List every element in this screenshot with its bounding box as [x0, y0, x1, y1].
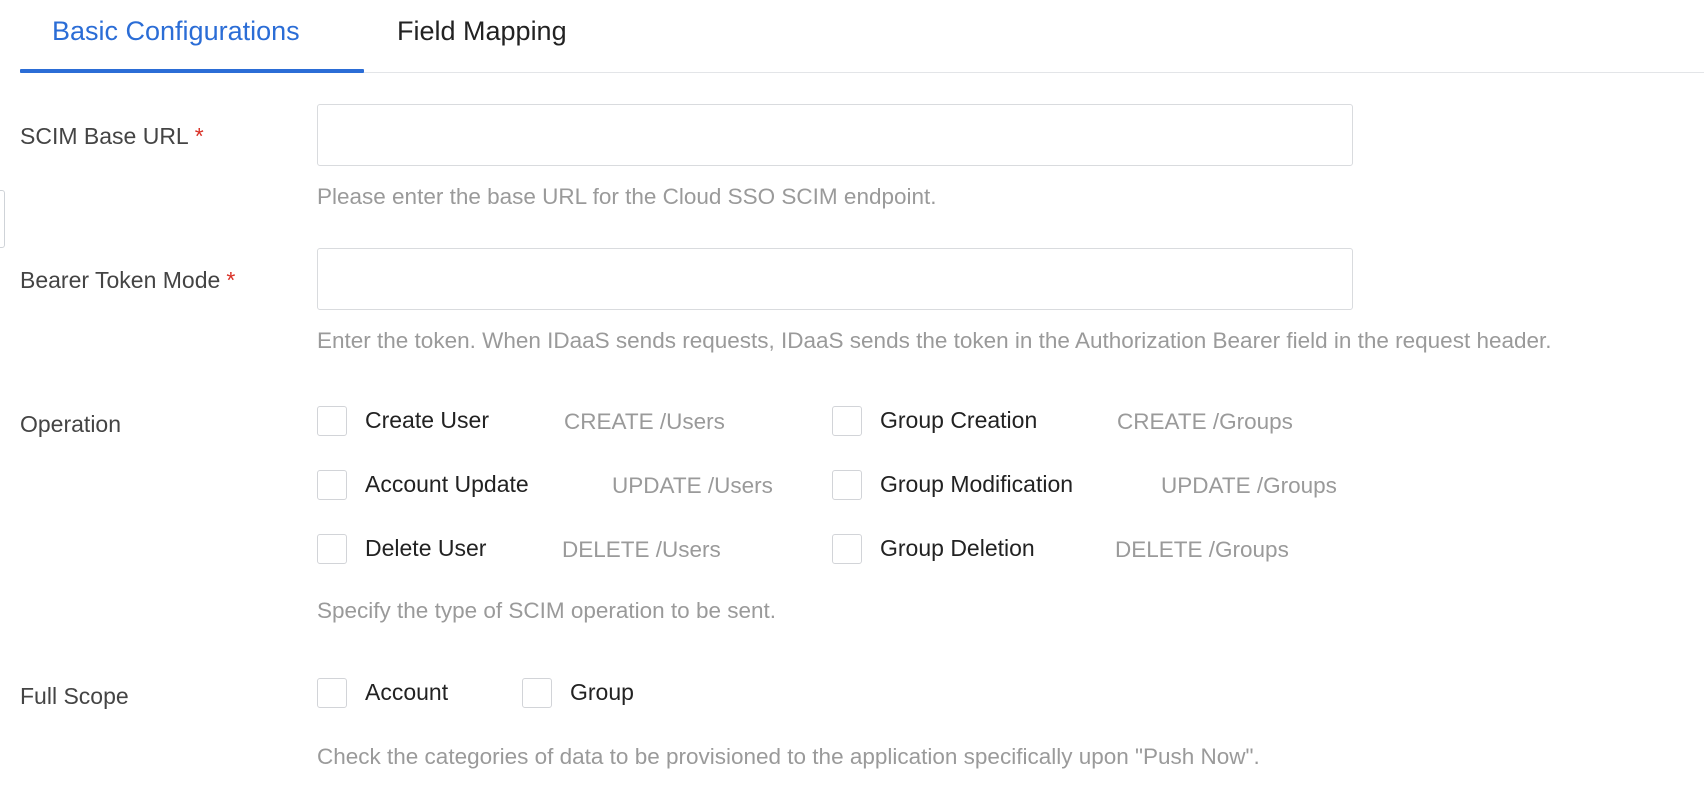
- group-modification-code: UPDATE /Groups: [1161, 473, 1337, 498]
- delete-user-checkbox[interactable]: [317, 534, 347, 564]
- scim-base-url-label-text: SCIM Base URL: [20, 123, 189, 149]
- create-user-code: CREATE /Users: [564, 409, 725, 434]
- group-creation-label: Group Creation: [880, 407, 1038, 433]
- full-scope-label: Full Scope: [20, 683, 129, 709]
- group-creation-checkbox[interactable]: [832, 406, 862, 436]
- operation-label: Operation: [20, 411, 122, 437]
- group-deletion-label: Group Deletion: [880, 535, 1035, 561]
- group-modification-label: Group Modification: [880, 471, 1074, 497]
- bearer-token-mode-label-text: Bearer Token Mode: [20, 267, 221, 293]
- account-update-checkbox[interactable]: [317, 470, 347, 500]
- tab-basic-configurations[interactable]: Basic Configurations: [52, 16, 300, 47]
- tab-bar: Basic Configurations Field Mapping: [20, 0, 1704, 73]
- operation-group-modification[interactable]: Group Modification UPDATE /Groups: [832, 470, 1372, 504]
- account-update-label: Account Update: [365, 471, 529, 497]
- operation-create-user[interactable]: Create User CREATE /Users: [317, 406, 747, 440]
- scim-base-url-hint: Please enter the base URL for the Cloud …: [317, 184, 937, 209]
- bearer-token-mode-label: Bearer Token Mode *: [20, 267, 235, 294]
- account-update-code: UPDATE /Users: [612, 473, 773, 498]
- account-label: Account: [365, 679, 449, 705]
- full-scope-group[interactable]: Group: [522, 678, 682, 712]
- required-mark: *: [226, 267, 236, 293]
- full-scope-account[interactable]: Account: [317, 678, 477, 712]
- active-tab-indicator: [20, 69, 364, 73]
- scim-base-url-label: SCIM Base URL *: [20, 123, 204, 150]
- operation-group-creation[interactable]: Group Creation CREATE /Groups: [832, 406, 1352, 440]
- group-checkbox[interactable]: [522, 678, 552, 708]
- group-creation-code: CREATE /Groups: [1117, 409, 1293, 434]
- group-deletion-checkbox[interactable]: [832, 534, 862, 564]
- delete-user-label: Delete User: [365, 535, 487, 561]
- account-checkbox[interactable]: [317, 678, 347, 708]
- operation-account-update[interactable]: Account Update UPDATE /Users: [317, 470, 797, 504]
- group-deletion-code: DELETE /Groups: [1115, 537, 1289, 562]
- full-scope-hint: Check the categories of data to be provi…: [317, 744, 1260, 769]
- group-modification-checkbox[interactable]: [832, 470, 862, 500]
- create-user-checkbox[interactable]: [317, 406, 347, 436]
- create-user-label: Create User: [365, 407, 489, 433]
- scim-base-url-input[interactable]: [317, 104, 1353, 166]
- group-label: Group: [570, 679, 634, 705]
- operation-hint: Specify the type of SCIM operation to be…: [317, 598, 777, 623]
- side-panel-handle[interactable]: [0, 190, 5, 248]
- delete-user-code: DELETE /Users: [562, 537, 721, 562]
- bearer-token-hint: Enter the token. When IDaaS sends reques…: [317, 328, 1552, 353]
- operation-group-deletion[interactable]: Group Deletion DELETE /Groups: [832, 534, 1352, 568]
- tab-field-mapping[interactable]: Field Mapping: [397, 16, 567, 47]
- bearer-token-input[interactable]: [317, 248, 1353, 310]
- operation-delete-user[interactable]: Delete User DELETE /Users: [317, 534, 747, 568]
- required-mark: *: [194, 123, 204, 149]
